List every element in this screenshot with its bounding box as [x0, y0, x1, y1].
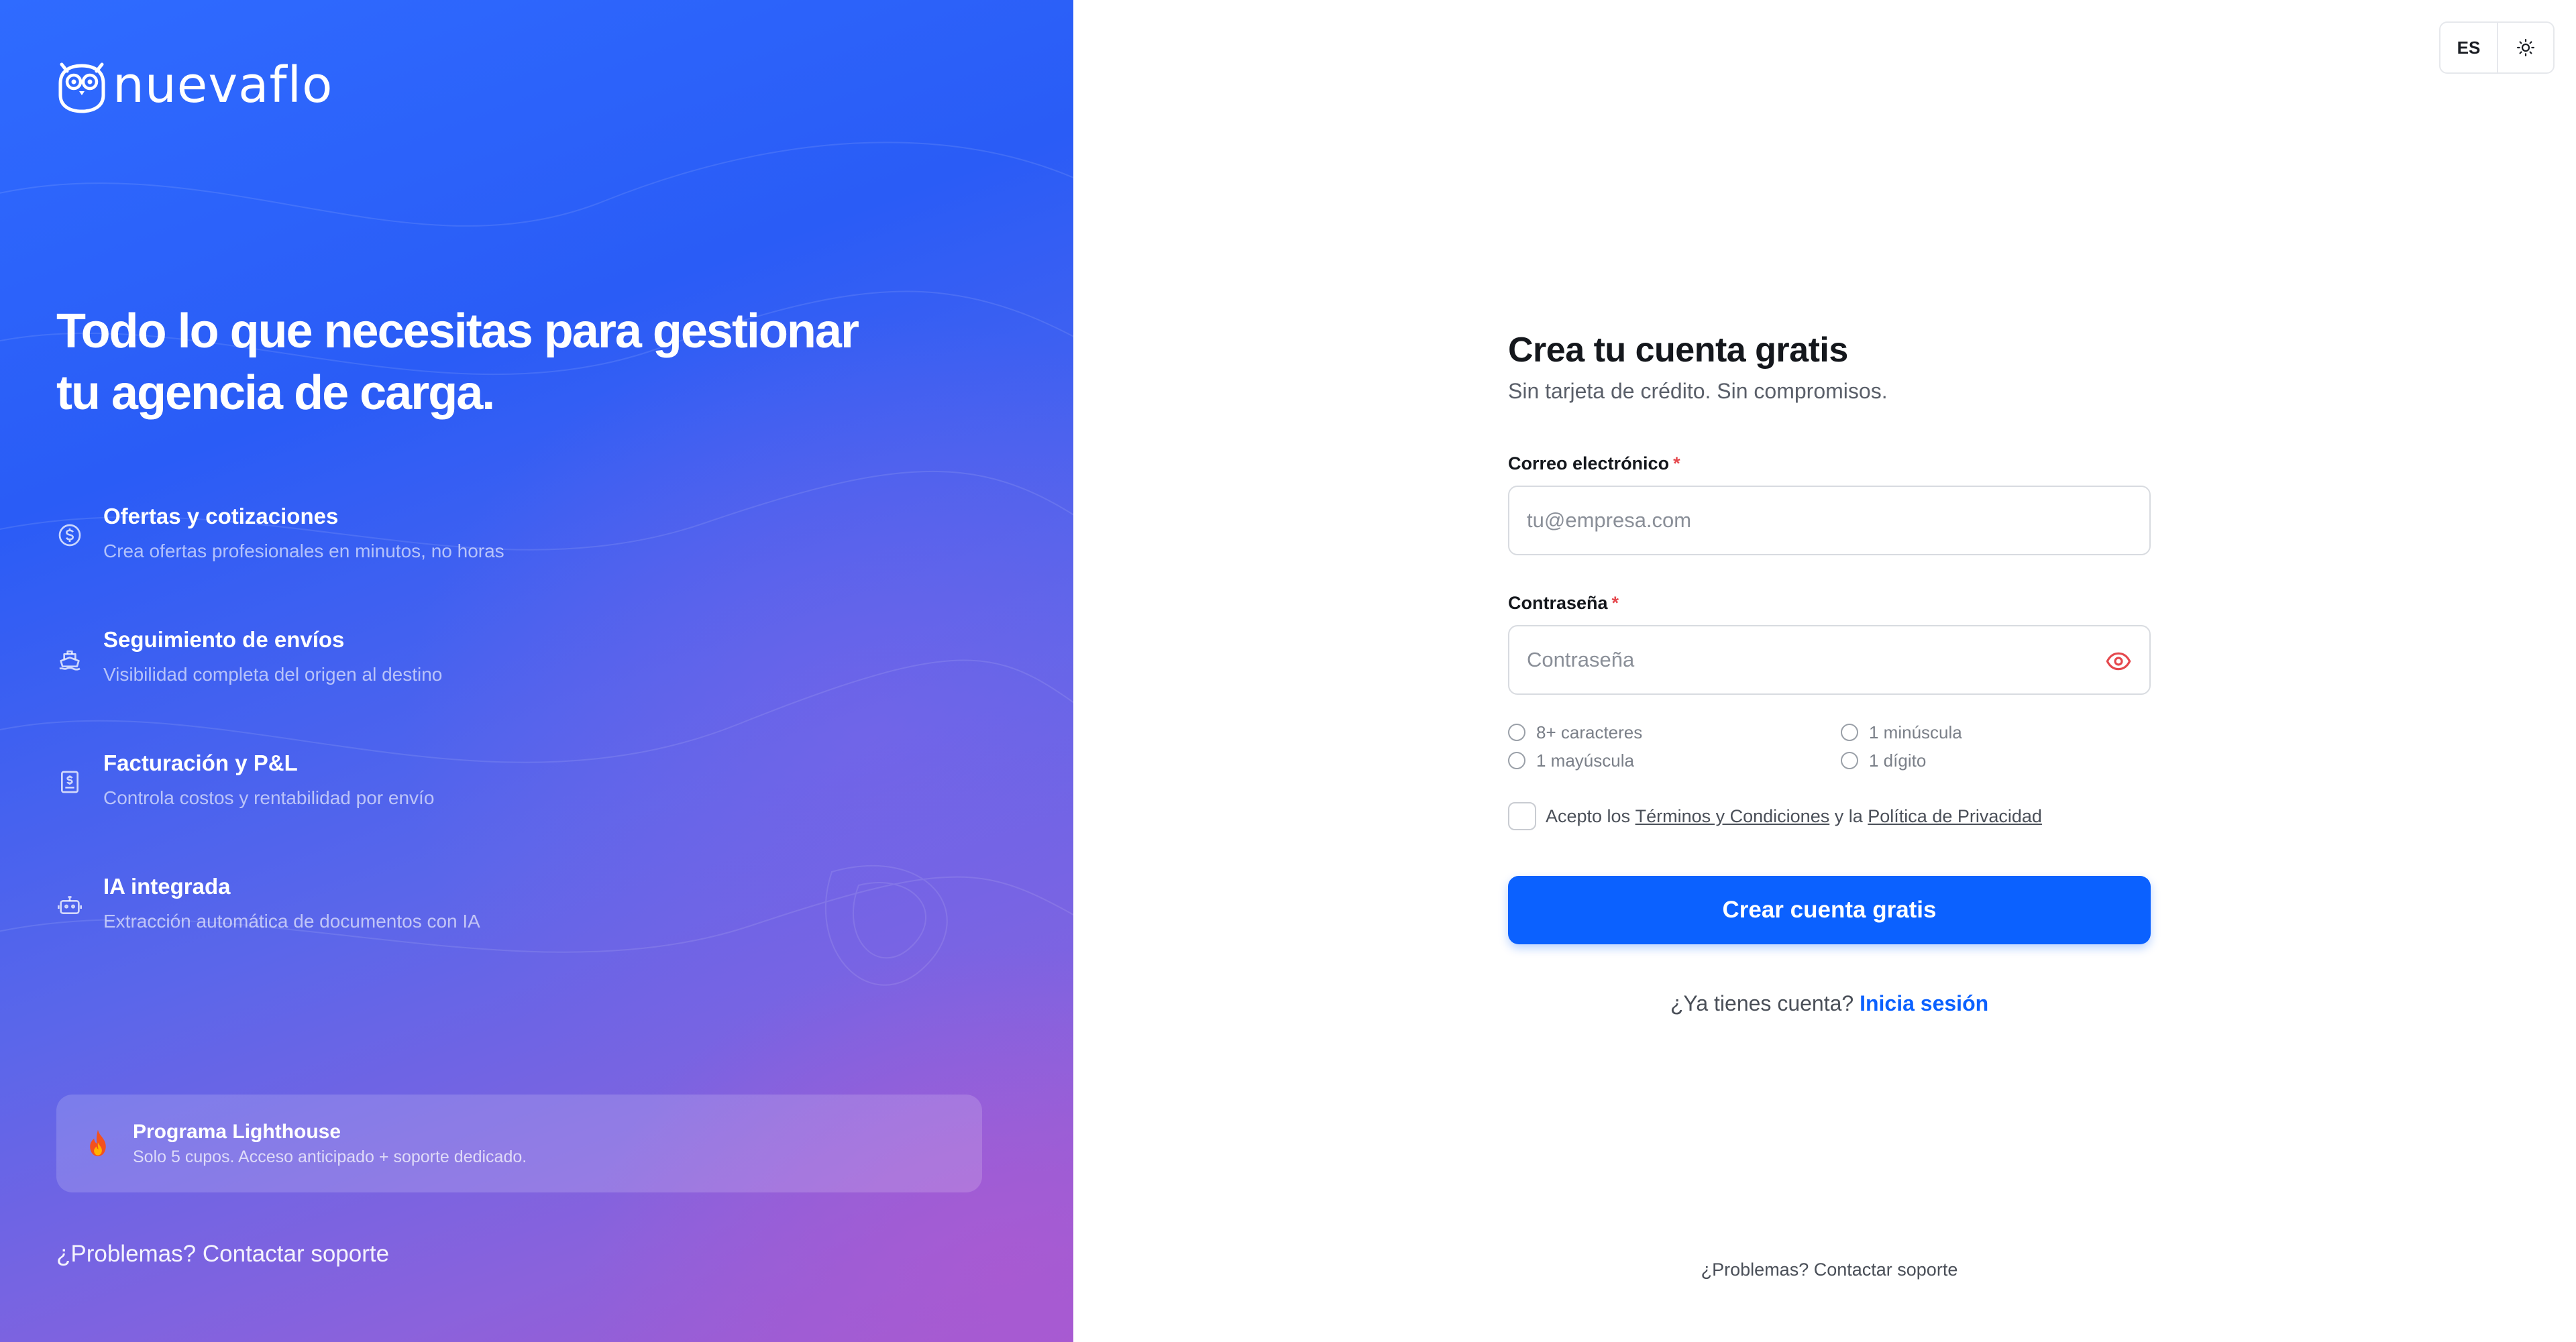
- password-requirements: 8+ caracteres 1 minúscula 1 mayúscula 1 …: [1508, 722, 2151, 771]
- feature-item-ai: IA integrada Extracción automática de do…: [56, 872, 928, 995]
- terms-middle: y la: [1834, 805, 1863, 826]
- requirement-item: 1 dígito: [1841, 750, 2109, 771]
- hero-headline-line-2: tu agencia de carga.: [56, 366, 495, 420]
- terms-checkbox[interactable]: [1508, 802, 1536, 830]
- lighthouse-description: Solo 5 cupos. Acceso anticipado + soport…: [133, 1148, 527, 1166]
- top-controls: ES: [2439, 21, 2555, 74]
- feature-description: Controla costos y rentabilidad por envío: [103, 787, 435, 808]
- requirement-item: 1 mayúscula: [1508, 750, 1841, 771]
- create-account-button[interactable]: Crear cuenta gratis: [1508, 876, 2151, 944]
- theme-toggle[interactable]: [2498, 23, 2553, 72]
- login-prompt-row: ¿Ya tienes cuenta? Inicia sesión: [1508, 991, 2151, 1016]
- hero-headline-line-1: Todo lo que necesitas para gestionar: [56, 304, 859, 358]
- hero-headline: Todo lo que necesitas para gestionar tu …: [56, 300, 928, 424]
- password-label-text: Contraseña: [1508, 593, 1608, 613]
- feature-title: IA integrada: [103, 874, 231, 899]
- brand-logo[interactable]: nuevaflo: [56, 56, 333, 114]
- requirement-status-icon: [1508, 724, 1525, 741]
- feature-title: Ofertas y cotizaciones: [103, 504, 339, 528]
- password-input-wrapper: [1508, 625, 2151, 695]
- login-link[interactable]: Inicia sesión: [1860, 991, 1988, 1015]
- terms-link[interactable]: Términos y Condiciones: [1635, 806, 1830, 827]
- required-mark: *: [1673, 453, 1680, 473]
- feature-list: Ofertas y cotizaciones Crea ofertas prof…: [56, 502, 928, 995]
- requirement-item: 1 minúscula: [1841, 722, 2109, 743]
- password-input[interactable]: [1509, 626, 2149, 693]
- email-input-wrapper: [1508, 486, 2151, 555]
- requirement-text: 1 dígito: [1869, 750, 1927, 771]
- ship-icon: [59, 650, 80, 671]
- invoice-icon: [61, 771, 78, 793]
- owl-logo-icon: [58, 62, 105, 113]
- lighthouse-text: Programa Lighthouse Solo 5 cupos. Acceso…: [133, 1119, 527, 1168]
- feature-description: Crea ofertas profesionales en minutos, n…: [103, 541, 504, 561]
- sun-icon: [2517, 39, 2534, 56]
- login-prompt: ¿Ya tienes cuenta?: [1670, 991, 1854, 1015]
- feature-description: Extracción automática de documentos con …: [103, 911, 480, 932]
- feature-item-tracking: Seguimiento de envíos Visibilidad comple…: [56, 625, 928, 748]
- password-field-group: Contraseña *: [1508, 592, 2151, 695]
- feature-item-billing: Facturación y P&L Controla costos y rent…: [56, 748, 928, 872]
- email-label: Correo electrónico *: [1508, 453, 1680, 473]
- feature-title: Seguimiento de envíos: [103, 627, 345, 652]
- form-subtitle: Sin tarjeta de crédito. Sin compromisos.: [1508, 379, 1888, 403]
- requirement-status-icon: [1841, 724, 1858, 741]
- form-title: Crea tu cuenta gratis: [1508, 331, 1848, 370]
- email-label-text: Correo electrónico: [1508, 453, 1670, 473]
- feature-title: Facturación y P&L: [103, 750, 298, 775]
- eye-icon[interactable]: [2105, 648, 2132, 675]
- lighthouse-program-banner[interactable]: Programa Lighthouse Solo 5 cupos. Acceso…: [56, 1095, 982, 1192]
- fire-icon: [90, 1129, 106, 1157]
- password-label: Contraseña *: [1508, 593, 1619, 613]
- brand-name: nuevaflo: [113, 56, 333, 114]
- hero-panel: nuevaflo Todo lo que necesitas para gest…: [0, 0, 1073, 1342]
- email-field-group: Correo electrónico *: [1508, 452, 2151, 555]
- requirement-text: 1 minúscula: [1869, 722, 1962, 742]
- lighthouse-title: Programa Lighthouse: [133, 1121, 341, 1143]
- required-mark: *: [1611, 593, 1619, 613]
- feature-description: Visibilidad completa del origen al desti…: [103, 664, 443, 685]
- requirement-status-icon: [1508, 752, 1525, 769]
- requirement-text: 1 mayúscula: [1536, 750, 1634, 771]
- requirement-status-icon: [1841, 752, 1858, 769]
- language-switcher[interactable]: ES: [2440, 23, 2498, 72]
- privacy-link[interactable]: Política de Privacidad: [1868, 806, 2042, 827]
- terms-prefix: Acepto los: [1546, 805, 1631, 826]
- feature-item-offers: Ofertas y cotizaciones Crea ofertas prof…: [56, 502, 928, 625]
- requirement-text: 8+ caracteres: [1536, 722, 1643, 742]
- hero-support-link[interactable]: ¿Problemas? Contactar soporte: [56, 1241, 389, 1268]
- email-input[interactable]: [1509, 487, 2149, 554]
- requirement-item: 8+ caracteres: [1508, 722, 1841, 743]
- footer-support-link[interactable]: ¿Problemas? Contactar soporte: [1508, 1260, 2151, 1280]
- robot-icon: [58, 896, 82, 914]
- dollar-coin-icon: [58, 524, 81, 547]
- signup-form: Crea tu cuenta gratis Sin tarjeta de cré…: [1508, 329, 2151, 1016]
- terms-row: Acepto los Términos y Condiciones y la P…: [1508, 802, 2151, 830]
